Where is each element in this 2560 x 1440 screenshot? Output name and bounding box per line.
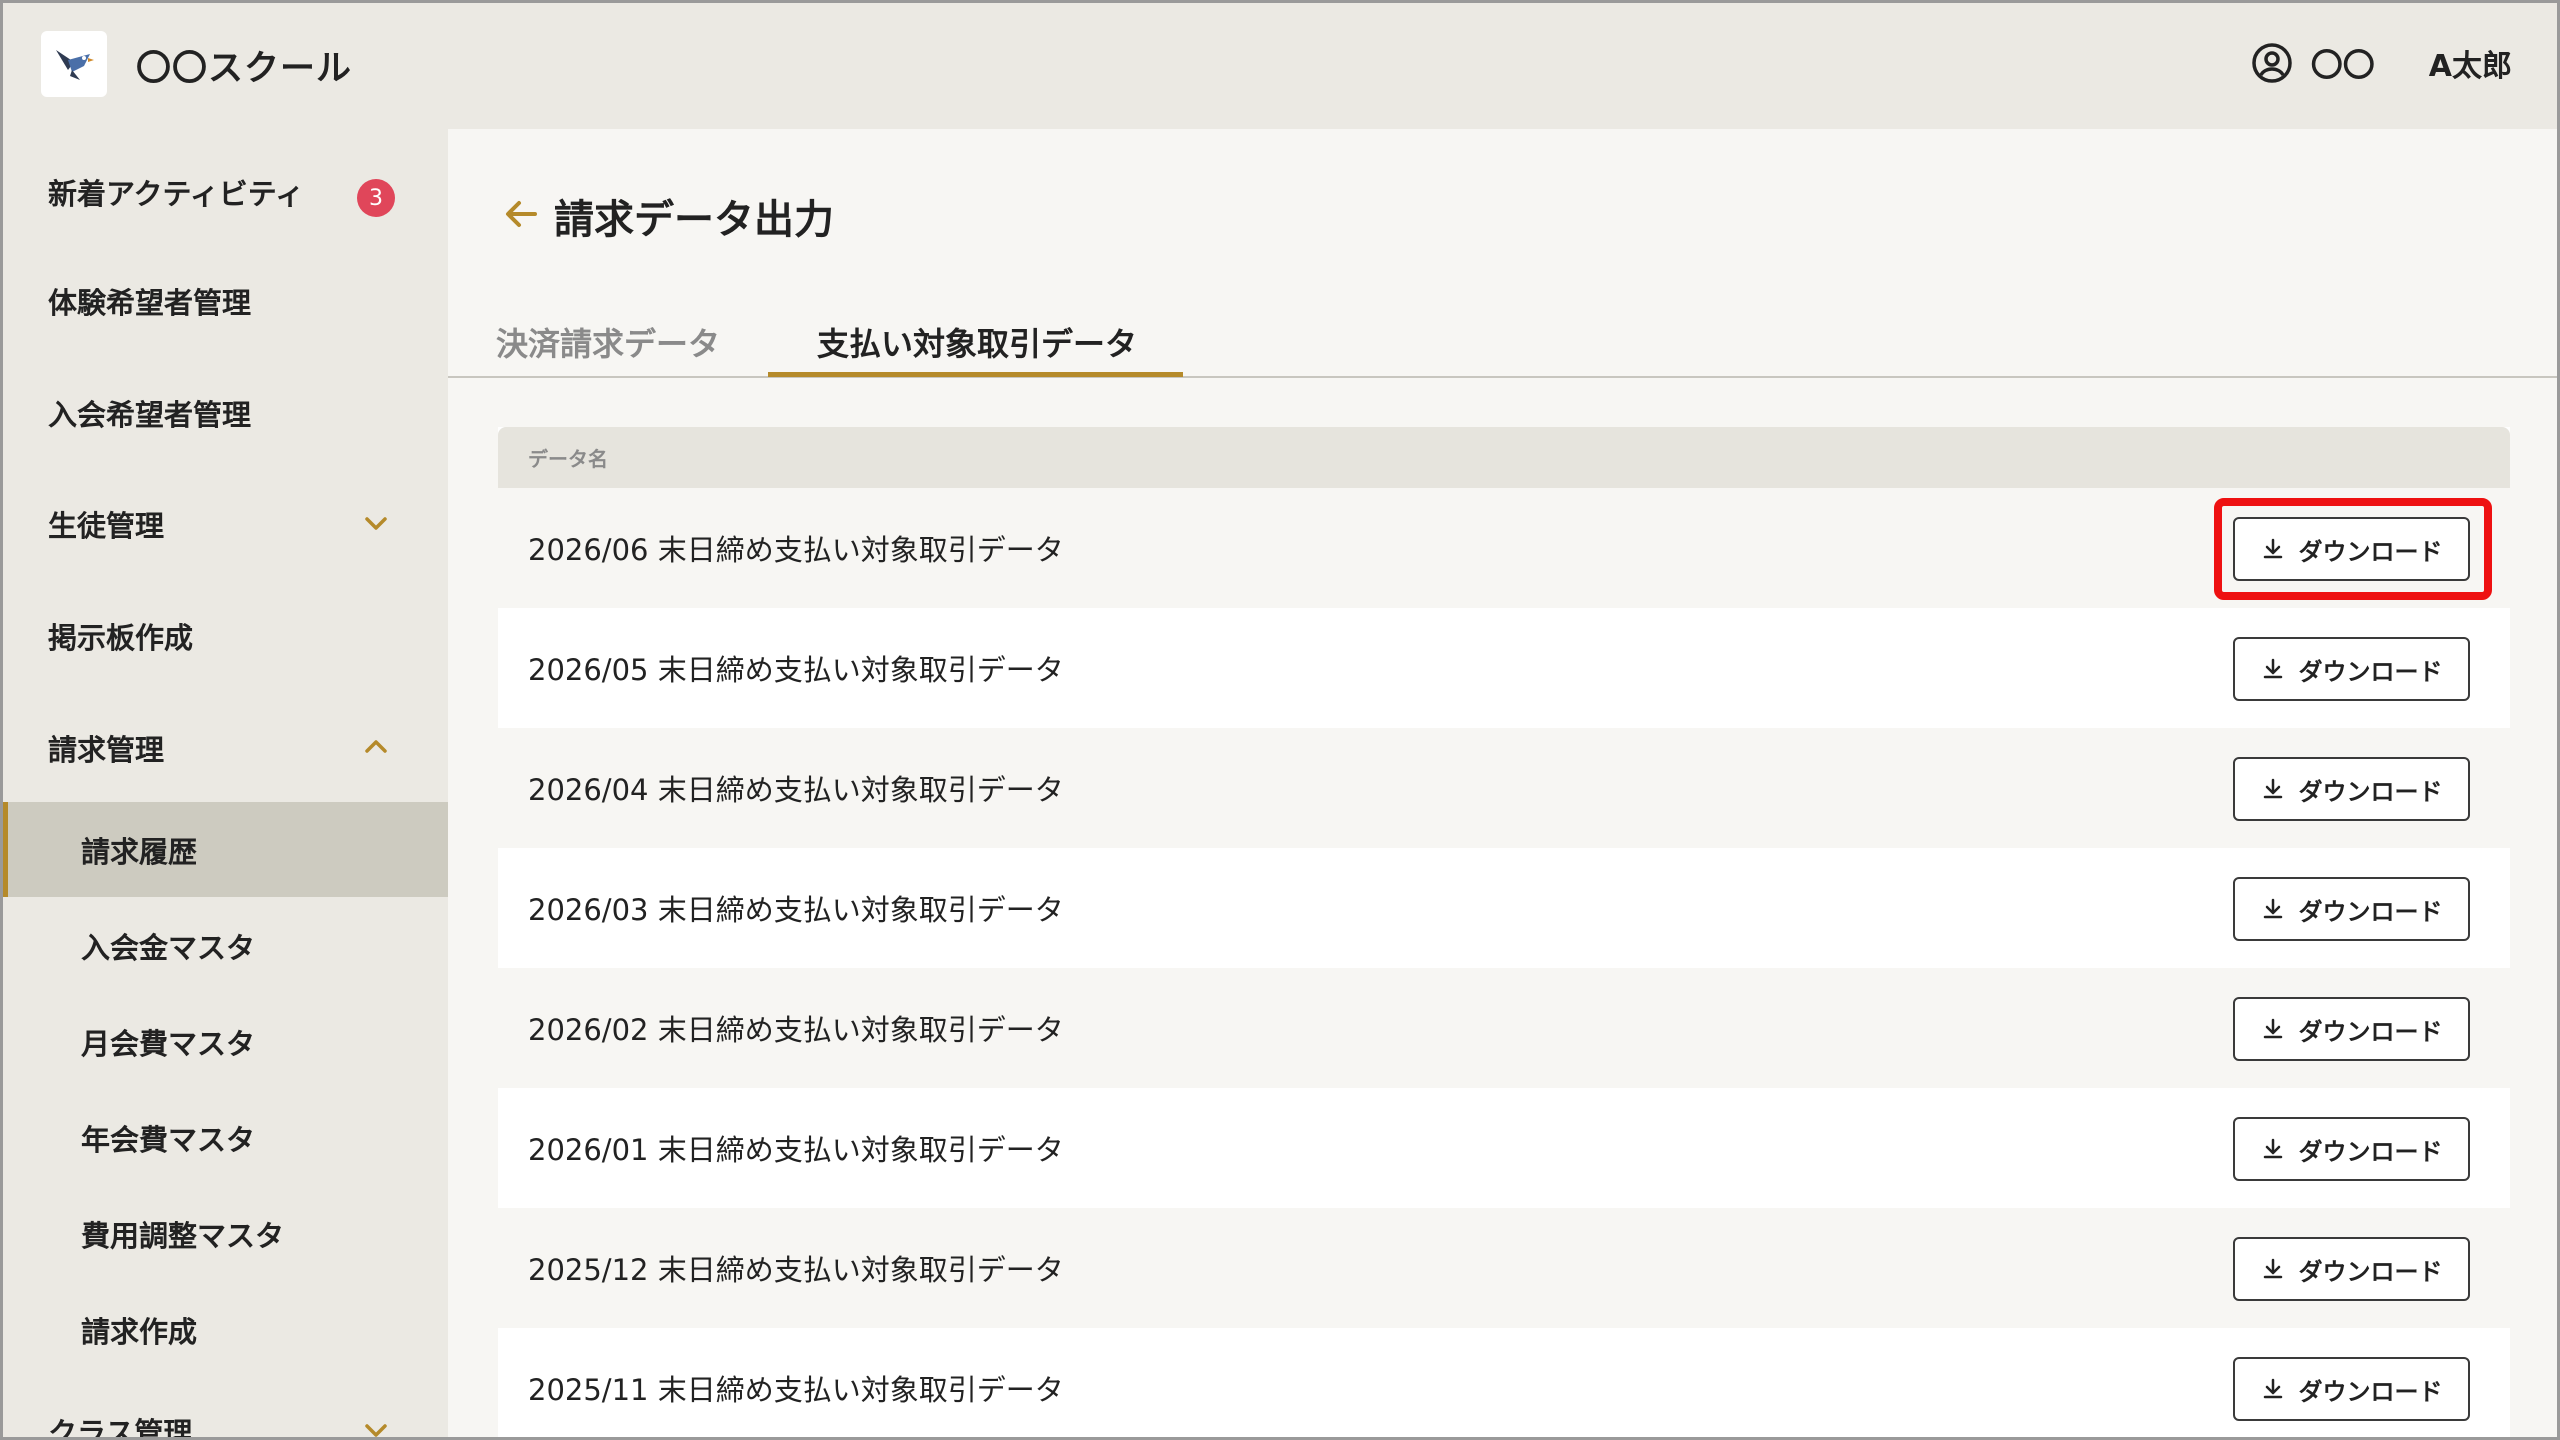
download-icon — [2263, 1258, 2282, 1279]
table-row: 2025/12 末日締め支払い対象取引データ ダウンロード — [498, 1208, 2510, 1328]
download-button[interactable]: ダウンロード — [2233, 517, 2470, 581]
download-button[interactable]: ダウンロード — [2233, 757, 2470, 821]
row-data-name: 2026/02 末日締め支払い対象取引データ — [528, 1013, 1064, 1047]
download-button-label: ダウンロード — [2298, 1018, 2443, 1046]
sidebar-item-trial-applicants[interactable]: 体験希望者管理 — [0, 253, 448, 348]
download-button[interactable]: ダウンロード — [2233, 1357, 2470, 1421]
table-row: 2026/01 末日締め支払い対象取引データ ダウンロード — [498, 1088, 2510, 1208]
main-content: 請求データ出力 決済請求データ 支払い対象取引データ データ名 2026/06 … — [448, 129, 2560, 1440]
sidebar-item-classes[interactable]: クラス管理 — [0, 1383, 448, 1440]
download-icon — [2263, 898, 2282, 919]
row-data-name: 2025/11 末日締め支払い対象取引データ — [528, 1373, 1064, 1407]
row-data-name: 2026/04 末日締め支払い対象取引データ — [528, 773, 1064, 807]
user-menu[interactable]: 〇〇 A太郎 — [2251, 40, 2512, 86]
sidebar-item-enrollment-fee-master[interactable]: 入会金マスタ — [0, 898, 448, 993]
sidebar-item-adjustment-master[interactable]: 費用調整マスタ — [0, 1186, 448, 1281]
data-table: データ名 2026/06 末日締め支払い対象取引データ ダウンロード 2026/05… — [498, 427, 2510, 1440]
sidebar-item-billing-history[interactable]: 請求履歴 — [0, 802, 448, 897]
user-account-icon[interactable] — [2251, 42, 2293, 84]
sidebar-item-label: 月会費マスタ — [81, 1026, 256, 1061]
table-row: 2025/11 末日締め支払い対象取引データ ダウンロード — [498, 1328, 2510, 1440]
download-button[interactable]: ダウンロード — [2233, 1237, 2470, 1301]
chevron-down-icon — [365, 517, 387, 530]
table-row: 2026/03 末日締め支払い対象取引データ ダウンロード — [498, 848, 2510, 968]
download-button-label: ダウンロード — [2298, 658, 2443, 686]
active-tab-indicator — [768, 372, 1183, 377]
page-title: 請求データ出力 — [554, 197, 834, 243]
sidebar-item-label: 入会希望者管理 — [48, 397, 252, 432]
sidebar-item-bulletin[interactable]: 掲示板作成 — [0, 588, 448, 683]
tab-payment-request-data[interactable]: 決済請求データ — [496, 319, 720, 365]
back-arrow-icon[interactable] — [501, 194, 541, 234]
sidebar-item-label: クラス管理 — [48, 1415, 193, 1440]
sidebar-item-label: 生徒管理 — [48, 508, 165, 543]
download-button-label: ダウンロード — [2298, 1138, 2443, 1166]
row-data-name: 2026/05 末日締め支払い対象取引データ — [528, 653, 1064, 687]
download-icon — [2263, 658, 2282, 679]
sidebar-item-new-activity[interactable]: 新着アクティビティ 3 — [0, 144, 448, 239]
sidebar-item-create-invoice[interactable]: 請求作成 — [0, 1282, 448, 1377]
download-icon — [2263, 1138, 2282, 1159]
table-header: データ名 — [498, 427, 2510, 488]
sidebar-item-label: 年会費マスタ — [81, 1122, 256, 1157]
school-name: 〇〇スクール — [136, 49, 353, 89]
user-family-name: 〇〇 — [2310, 46, 2375, 84]
download-button-label: ダウンロード — [2298, 538, 2443, 566]
sidebar-item-label: 請求管理 — [48, 732, 165, 767]
download-button[interactable]: ダウンロード — [2233, 637, 2470, 701]
download-icon — [2263, 1018, 2282, 1039]
tab-bar-divider — [448, 376, 2560, 378]
row-data-name: 2025/12 末日締め支払い対象取引データ — [528, 1253, 1064, 1287]
row-data-name: 2026/03 末日締め支払い対象取引データ — [528, 893, 1064, 927]
sidebar-item-label: 体験希望者管理 — [48, 285, 252, 320]
sidebar-item-label: 掲示板作成 — [48, 620, 194, 655]
tab-payout-transaction-data[interactable]: 支払い対象取引データ — [817, 319, 1137, 365]
sidebar-item-billing[interactable]: 請求管理 — [0, 700, 448, 795]
chevron-down-icon — [365, 1424, 387, 1437]
table-body: 2026/06 末日締め支払い対象取引データ ダウンロード 2026/05 末日締め… — [498, 488, 2510, 1440]
download-button-label: ダウンロード — [2298, 1378, 2443, 1406]
sidebar-item-annual-fee-master[interactable]: 年会費マスタ — [0, 1090, 448, 1185]
bird-logo-icon — [56, 50, 94, 80]
sidebar-item-label: 新着アクティビティ — [48, 176, 305, 211]
sidebar-item-label: 入会金マスタ — [81, 930, 256, 965]
table-row: 2026/05 末日締め支払い対象取引データ ダウンロード — [498, 608, 2510, 728]
download-icon — [2263, 538, 2282, 559]
row-data-name: 2026/06 末日締め支払い対象取引データ — [528, 533, 1064, 567]
download-button-label: ダウンロード — [2298, 898, 2443, 926]
sidebar-item-label: 費用調整マスタ — [81, 1218, 285, 1253]
notification-count-badge: 3 — [357, 179, 395, 217]
sidebar-item-monthly-fee-master[interactable]: 月会費マスタ — [0, 994, 448, 1089]
download-button[interactable]: ダウンロード — [2233, 997, 2470, 1061]
column-header-data-name: データ名 — [528, 447, 608, 471]
download-button[interactable]: ダウンロード — [2233, 877, 2470, 941]
table-row: 2026/06 末日締め支払い対象取引データ ダウンロード — [498, 488, 2510, 608]
table-row: 2026/02 末日締め支払い対象取引データ ダウンロード — [498, 968, 2510, 1088]
user-given-name: A太郎 — [2428, 49, 2512, 84]
sidebar-item-label: 請求作成 — [81, 1314, 198, 1349]
sidebar-item-enrollment-applicants[interactable]: 入会希望者管理 — [0, 365, 448, 460]
download-button-label: ダウンロード — [2298, 778, 2443, 806]
download-button-label: ダウンロード — [2298, 1258, 2443, 1286]
sidebar-item-students[interactable]: 生徒管理 — [0, 476, 448, 571]
row-data-name: 2026/01 末日締め支払い対象取引データ — [528, 1133, 1064, 1167]
download-icon — [2263, 1378, 2282, 1399]
chevron-up-icon — [365, 740, 387, 753]
school-logo[interactable] — [41, 31, 107, 97]
sidebar-item-label: 請求履歴 — [81, 834, 198, 869]
app-header: 〇〇スクール 〇〇 A太郎 — [0, 0, 2560, 129]
sidebar-nav: 新着アクティビティ 3 体験希望者管理 入会希望者管理 生徒管理 掲示板作成 請… — [0, 129, 448, 1440]
table-row: 2026/04 末日締め支払い対象取引データ ダウンロード — [498, 728, 2510, 848]
download-button[interactable]: ダウンロード — [2233, 1117, 2470, 1181]
download-icon — [2263, 778, 2282, 799]
